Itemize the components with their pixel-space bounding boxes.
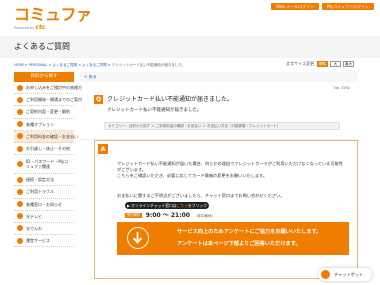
mycommufa-login-link[interactable]: Myコミュファログイン [322, 3, 374, 10]
survey-banner[interactable]: サービス向上のためアンケートにご協力をお願いいたします。 アンケートは本ページ下… [117, 222, 349, 255]
answer-box: A クレジットカード払い不能通知が届いた場合、何らかの理由でクレジットカードがご… [94, 140, 358, 279]
sidebar-item-options[interactable]: 各種オプション [14, 119, 74, 131]
breadcrumb-home[interactable]: HOME [14, 63, 25, 67]
question-number: No. 3292 [334, 86, 350, 90]
question-badge: Q [94, 95, 103, 104]
bullet-icon [17, 96, 23, 103]
font-size-label: 文字サイズ変更 [286, 61, 314, 67]
sidebar-item-id-password[interactable]: ID・パスワード・Myコミュファ関連 [14, 155, 74, 175]
breadcrumb-bar: HOME> PERSONAL > よくあるご質問 > よくあるご質問 > クレジ… [0, 58, 380, 72]
bullet-icon [17, 133, 23, 140]
sidebar-item-phone[interactable]: 光でんわ [14, 223, 74, 236]
answer-text: クレジットカード払い不能通知が届いた場合、何らかの理由でクレジットカードがご利用… [117, 161, 343, 179]
bullet-icon [17, 84, 23, 91]
survey-line-2: アンケートは本ページ下部よりご回答いただけます。 [177, 241, 301, 247]
sidebar-item-tv[interactable]: 光テレビ [14, 211, 74, 223]
page-heading-band: よくあるご質問 [0, 36, 380, 58]
sidebar-item-trouble[interactable]: ご利用トラブル [14, 186, 74, 199]
breadcrumb: HOME> PERSONAL > よくあるご質問 > よくあるご質問 > クレジ… [14, 63, 185, 68]
online-chat-button[interactable]: ▶ オンラインチャット窓口はこちらをクリック [125, 202, 209, 209]
sidebar-item-moving[interactable]: お引越し・休止・その他 [14, 143, 74, 156]
bullet-icon [17, 225, 23, 232]
sidebar-item-start[interactable]: ご利用開始・開通までのご案内 [14, 94, 82, 107]
arrow-down-circle-icon [127, 227, 149, 249]
font-size-standard-button[interactable]: 標準 [317, 61, 328, 67]
bullet-icon [17, 237, 23, 244]
breadcrumb-trail[interactable]: > PERSONAL > よくあるご質問 > よくあるご質問 > [25, 63, 112, 67]
back-link[interactable]: < 戻る [84, 74, 97, 79]
main-content: < 戻る No. 3292 Q クレジットカード払い不能通知が届きました。 クレ… [80, 72, 358, 140]
question-box: No. 3292 Q クレジットカード払い不能通知が届きました。 クレジットカー… [80, 82, 358, 140]
answer-note: お支払いに関するご不明点がございましたら、チャット窓口までお問い合わせください。 [117, 193, 285, 198]
bullet-icon [17, 213, 23, 220]
page-title: よくあるご質問 [14, 42, 70, 51]
sidebar-item-billing[interactable]: ご利用料金の確認・お支払い [14, 130, 78, 143]
hours-note: （年中無休） [193, 213, 215, 218]
commufa-logo[interactable]: コミュファ Powered by ctc [14, 7, 92, 32]
hours-time: 9:00 ～ 21:00 [145, 212, 190, 219]
font-size-max-button[interactable]: 最大 [343, 61, 354, 67]
chatbot-label: チャットボット [334, 271, 364, 277]
back-bar: < 戻る [80, 72, 358, 82]
question-title: クレジットカード払い不能通知が届きました。 [107, 96, 234, 103]
webmail-login-link[interactable]: Web メールログイン [271, 3, 320, 10]
card-change-link[interactable]: こちら [117, 173, 130, 178]
breadcrumb-current: クレジットカード払い不能通知が届きました。 [111, 63, 186, 67]
bullet-icon [17, 121, 23, 128]
chatbot-icon [321, 270, 330, 279]
logo-text: コミュファ [14, 5, 92, 24]
site-header: コミュファ Powered by ctc Web メールログイン Myコミュファ… [0, 0, 380, 36]
sidebar-heading: 目的から探す [14, 72, 74, 82]
answer-badge: A [98, 144, 108, 154]
bullet-icon [17, 145, 23, 152]
hours-label: 受付時間 [125, 213, 142, 219]
logo-sub: Powered by ctc [14, 24, 46, 31]
sidebar-item-contract[interactable]: ご契約内容・変更・解約 [14, 106, 74, 119]
chat-icon: ▶ [126, 203, 130, 208]
font-size-control: 文字サイズ変更 標準 大 最大 [286, 61, 354, 67]
header-links: Web メールログイン Myコミュファログイン [271, 3, 374, 10]
bullet-icon [17, 161, 23, 168]
bullet-icon [17, 201, 23, 208]
font-size-large-button[interactable]: 大 [330, 61, 341, 67]
sidebar-item-setup[interactable]: 接続・設定方法 [14, 174, 74, 187]
question-category[interactable]: カテゴリー：目的から探す ＞ ご利用料金の確認・お支払い ＞ お支払い方法（口座… [104, 122, 340, 130]
sidebar: 目的から探す お申し込みをご検討中の皆様方 ご利用開始・開通までのご案内 ご契約… [14, 72, 82, 248]
chat-hours: 受付時間 9:00 ～ 21:00 （年中無休） [125, 212, 215, 220]
sidebar-item-prospective[interactable]: お申し込みをご検討中の皆様方 [14, 82, 82, 95]
survey-line-1: サービス向上のためアンケートにご協力をお願いいたします。 [177, 229, 322, 235]
bullet-icon [17, 108, 23, 115]
sidebar-item-contact[interactable]: 各種窓口・お知らせ [14, 199, 74, 211]
question-subtitle: クレジットカード払い不能通知が届きました。 [107, 108, 202, 113]
bullet-icon [17, 188, 23, 195]
bullet-icon [17, 176, 23, 183]
sidebar-item-operated-services[interactable]: 運営サービス [14, 235, 74, 248]
chatbot-button[interactable]: チャットボット [318, 268, 372, 281]
